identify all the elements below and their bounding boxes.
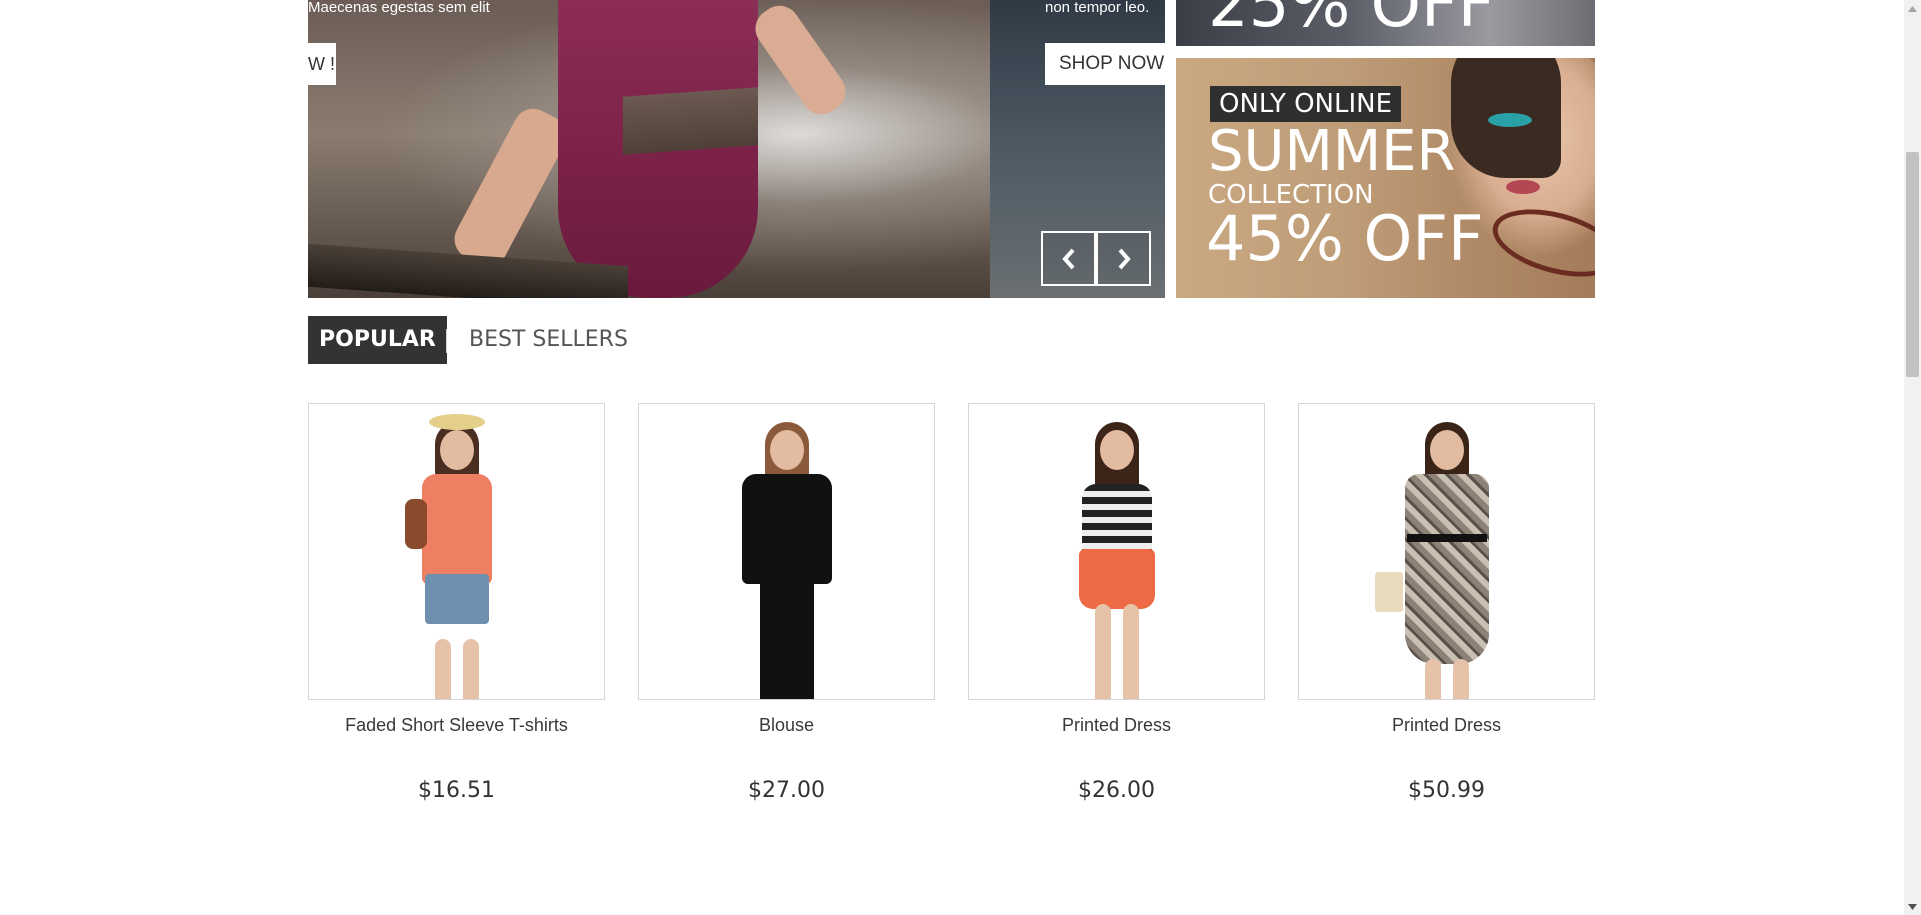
product-card: Blouse $27.00 bbox=[638, 403, 935, 803]
slider-prev-button[interactable] bbox=[1041, 231, 1096, 286]
vertical-scrollbar[interactable] bbox=[1904, 0, 1921, 915]
shop-now-button[interactable]: SHOP NOW ! bbox=[1045, 43, 1165, 85]
product-price: $26.00 bbox=[1078, 778, 1155, 803]
product-image[interactable] bbox=[308, 403, 605, 700]
model-belt bbox=[623, 87, 758, 155]
promo-banner-top[interactable]: 25% OFF bbox=[1176, 0, 1595, 46]
product-card: Printed Dress $50.99 bbox=[1298, 403, 1595, 803]
tab-divider bbox=[446, 329, 447, 353]
product-card: Faded Short Sleeve T-shirts $16.51 bbox=[308, 403, 605, 803]
model-eye bbox=[1488, 113, 1532, 127]
chevron-right-icon bbox=[1118, 248, 1131, 269]
scroll-down-arrow[interactable] bbox=[1904, 898, 1921, 915]
product-card: Printed Dress $26.00 bbox=[968, 403, 1265, 803]
product-name[interactable]: Faded Short Sleeve T-shirts bbox=[308, 715, 605, 736]
homepage-slider[interactable]: Maecenas egestas sem elit W ! non tempor… bbox=[308, 0, 1165, 298]
product-price: $16.51 bbox=[418, 778, 495, 803]
scrollbar-thumb[interactable] bbox=[1906, 152, 1919, 377]
triangle-down-icon bbox=[1908, 903, 1917, 910]
slider-next-button[interactable] bbox=[1096, 231, 1151, 286]
product-price: $27.00 bbox=[748, 778, 825, 803]
scroll-up-arrow[interactable] bbox=[1904, 0, 1921, 17]
only-online-tag: ONLY ONLINE bbox=[1210, 86, 1402, 122]
slide-shop-button-left[interactable]: W ! bbox=[308, 43, 336, 85]
promo-banner-summer[interactable]: ONLY ONLINE SUMMER COLLECTION 45% OFF bbox=[1176, 58, 1595, 298]
promo-discount-top: 25% OFF bbox=[1208, 0, 1495, 42]
product-image[interactable] bbox=[1298, 403, 1595, 700]
triangle-up-icon bbox=[1908, 5, 1917, 12]
slide-caption-left: Maecenas egestas sem elit bbox=[308, 0, 490, 16]
product-image[interactable] bbox=[968, 403, 1265, 700]
product-name[interactable]: Printed Dress bbox=[968, 715, 1265, 736]
model-arm bbox=[447, 101, 574, 274]
model-arm-raised bbox=[747, 0, 854, 123]
tab-best-sellers[interactable]: BEST SELLERS bbox=[469, 316, 628, 364]
tab-popular[interactable]: POPULAR bbox=[308, 316, 447, 364]
chevron-left-icon bbox=[1061, 248, 1074, 269]
product-name[interactable]: Blouse bbox=[638, 715, 935, 736]
slide-image-left bbox=[308, 0, 990, 298]
model-lips bbox=[1506, 180, 1540, 194]
summer-headline: SUMMER bbox=[1208, 119, 1456, 184]
slide-caption-right: non tempor leo. bbox=[1045, 0, 1150, 16]
product-image[interactable] bbox=[638, 403, 935, 700]
product-name[interactable]: Printed Dress bbox=[1298, 715, 1595, 736]
product-price: $50.99 bbox=[1408, 778, 1485, 803]
discount-text: 45% OFF bbox=[1206, 202, 1484, 275]
